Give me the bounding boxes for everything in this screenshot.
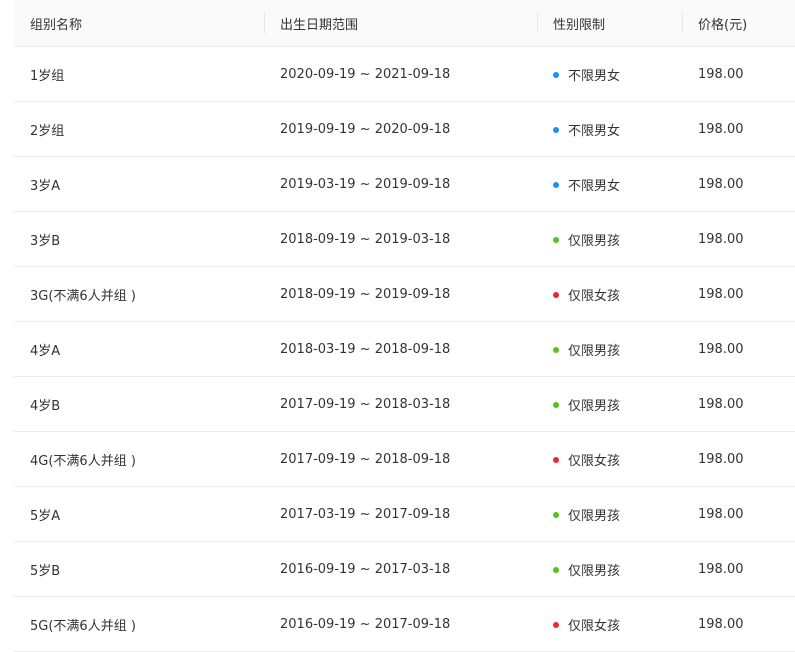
price-cell: 198.00 bbox=[698, 616, 744, 632]
header-gender-limit: 性别限制 bbox=[537, 14, 682, 33]
group-name-cell: 4G(不满6人并组 ) bbox=[30, 453, 136, 469]
birth-range-cell: 2018-09-19 ~ 2019-03-18 bbox=[280, 231, 451, 247]
birth-range-cell: 2019-03-19 ~ 2019-09-18 bbox=[280, 176, 451, 192]
gender-limit-cell: 仅限男孩 bbox=[537, 395, 682, 414]
status-dot-icon bbox=[553, 567, 559, 573]
gender-limit-label: 仅限男孩 bbox=[568, 343, 621, 359]
table-row: 1岁组 2020-09-19 ~ 2021-09-18 不限男女 198.00 bbox=[14, 47, 795, 102]
gender-limit-label: 仅限男孩 bbox=[568, 398, 621, 414]
gender-limit-label: 仅限女孩 bbox=[568, 618, 621, 634]
table-row: 4岁B 2017-09-19 ~ 2018-03-18 仅限男孩 198.00 bbox=[14, 377, 795, 432]
table-row: 3岁A 2019-03-19 ~ 2019-09-18 不限男女 198.00 bbox=[14, 157, 795, 212]
gender-limit-label: 不限男女 bbox=[568, 123, 621, 139]
price-cell: 198.00 bbox=[698, 561, 744, 577]
gender-limit-label: 仅限女孩 bbox=[568, 453, 621, 469]
group-name-cell: 5岁B bbox=[30, 563, 61, 579]
table-row: 5岁A 2017-03-19 ~ 2017-09-18 仅限男孩 198.00 bbox=[14, 487, 795, 542]
gender-limit-cell: 仅限女孩 bbox=[537, 285, 682, 304]
status-dot-icon bbox=[553, 457, 559, 463]
table-header: 组别名称 出生日期范围 性别限制 价格(元) bbox=[14, 0, 795, 47]
birth-range-cell: 2018-09-19 ~ 2019-09-18 bbox=[280, 286, 451, 302]
group-name-cell: 3G(不满6人并组 ) bbox=[30, 288, 136, 304]
gender-limit-label: 不限男女 bbox=[568, 68, 621, 84]
price-cell: 198.00 bbox=[698, 121, 744, 137]
status-dot-icon bbox=[553, 402, 559, 408]
price-cell: 198.00 bbox=[698, 341, 744, 357]
header-price: 价格(元) bbox=[682, 14, 795, 33]
price-cell: 198.00 bbox=[698, 506, 744, 522]
birth-range-cell: 2016-09-19 ~ 2017-03-18 bbox=[280, 561, 451, 577]
group-name-cell: 2岁组 bbox=[30, 123, 65, 139]
table-row: 4岁A 2018-03-19 ~ 2018-09-18 仅限男孩 198.00 bbox=[14, 322, 795, 377]
group-name-cell: 3岁A bbox=[30, 178, 61, 194]
gender-limit-label: 不限男女 bbox=[568, 178, 621, 194]
birth-range-cell: 2017-03-19 ~ 2017-09-18 bbox=[280, 506, 451, 522]
price-cell: 198.00 bbox=[698, 396, 744, 412]
status-dot-icon bbox=[553, 72, 559, 78]
gender-limit-cell: 不限男女 bbox=[537, 120, 682, 139]
price-cell: 198.00 bbox=[698, 286, 744, 302]
table-body: 1岁组 2020-09-19 ~ 2021-09-18 不限男女 198.00 2岁组 2… bbox=[14, 47, 795, 652]
birth-range-cell: 2017-09-19 ~ 2018-03-18 bbox=[280, 396, 451, 412]
gender-limit-label: 仅限男孩 bbox=[568, 233, 621, 249]
group-name-cell: 4岁A bbox=[30, 343, 61, 359]
birth-range-cell: 2020-09-19 ~ 2021-09-18 bbox=[280, 66, 451, 82]
status-dot-icon bbox=[553, 127, 559, 133]
status-dot-icon bbox=[553, 622, 559, 628]
gender-limit-label: 仅限男孩 bbox=[568, 508, 621, 524]
table-row: 3岁B 2018-09-19 ~ 2019-03-18 仅限男孩 198.00 bbox=[14, 212, 795, 267]
group-name-cell: 5G(不满6人并组 ) bbox=[30, 618, 136, 634]
gender-limit-cell: 仅限男孩 bbox=[537, 230, 682, 249]
gender-limit-label: 仅限女孩 bbox=[568, 288, 621, 304]
group-name-cell: 5岁A bbox=[30, 508, 61, 524]
header-birth-range: 出生日期范围 bbox=[264, 14, 537, 33]
gender-limit-cell: 仅限女孩 bbox=[537, 615, 682, 634]
status-dot-icon bbox=[553, 237, 559, 243]
table-row: 2岁组 2019-09-19 ~ 2020-09-18 不限男女 198.00 bbox=[14, 102, 795, 157]
birth-range-cell: 2019-09-19 ~ 2020-09-18 bbox=[280, 121, 451, 137]
header-group-name: 组别名称 bbox=[30, 17, 83, 33]
table-row: 5岁B 2016-09-19 ~ 2017-03-18 仅限男孩 198.00 bbox=[14, 542, 795, 597]
gender-limit-cell: 仅限男孩 bbox=[537, 560, 682, 579]
status-dot-icon bbox=[553, 512, 559, 518]
group-table: 组别名称 出生日期范围 性别限制 价格(元) 1岁组 2020-09-19 ~ 2… bbox=[14, 0, 795, 652]
gender-limit-cell: 仅限男孩 bbox=[537, 340, 682, 359]
table-row: 3G(不满6人并组 ) 2018-09-19 ~ 2019-09-18 仅限女孩 19… bbox=[14, 267, 795, 322]
price-cell: 198.00 bbox=[698, 66, 744, 82]
group-name-cell: 1岁组 bbox=[30, 68, 65, 84]
price-cell: 198.00 bbox=[698, 451, 744, 467]
status-dot-icon bbox=[553, 182, 559, 188]
birth-range-cell: 2017-09-19 ~ 2018-09-18 bbox=[280, 451, 451, 467]
group-name-cell: 3岁B bbox=[30, 233, 61, 249]
price-cell: 198.00 bbox=[698, 231, 744, 247]
table-row: 5G(不满6人并组 ) 2016-09-19 ~ 2017-09-18 仅限女孩 19… bbox=[14, 597, 795, 652]
table-row: 4G(不满6人并组 ) 2017-09-19 ~ 2018-09-18 仅限女孩 19… bbox=[14, 432, 795, 487]
group-name-cell: 4岁B bbox=[30, 398, 61, 414]
gender-limit-cell: 仅限男孩 bbox=[537, 505, 682, 524]
status-dot-icon bbox=[553, 347, 559, 353]
gender-limit-label: 仅限男孩 bbox=[568, 563, 621, 579]
status-dot-icon bbox=[553, 292, 559, 298]
price-cell: 198.00 bbox=[698, 176, 744, 192]
gender-limit-cell: 仅限女孩 bbox=[537, 450, 682, 469]
gender-limit-cell: 不限男女 bbox=[537, 65, 682, 84]
birth-range-cell: 2016-09-19 ~ 2017-09-18 bbox=[280, 616, 451, 632]
birth-range-cell: 2018-03-19 ~ 2018-09-18 bbox=[280, 341, 451, 357]
gender-limit-cell: 不限男女 bbox=[537, 175, 682, 194]
